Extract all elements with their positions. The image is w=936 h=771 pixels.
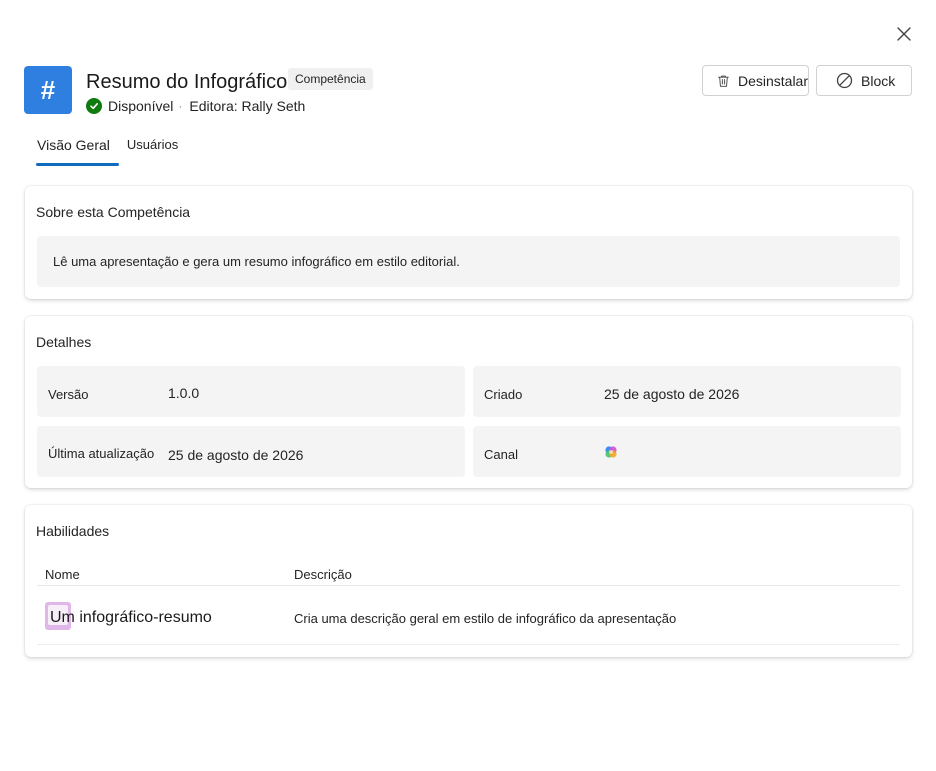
type-badge: Competência [288,68,373,90]
skills-title: Habilidades [36,523,110,539]
column-header-name[interactable]: Nome [45,567,80,582]
check-circle-icon [86,98,102,114]
uninstall-button[interactable]: Desinstalar [702,65,809,96]
detail-last-updated: Última atualização 25 de agosto de 2026 [37,426,465,477]
detail-label: Última atualização [48,446,155,461]
close-button[interactable] [892,22,916,46]
detail-label: Canal [484,447,518,462]
detail-value: 25 de agosto de 2026 [168,447,304,463]
status-text: Disponível [108,98,174,114]
detail-created: Criado 25 de agosto de 2026 [473,366,901,417]
publisher-text: Editora: Rally Seth [189,98,306,114]
page-title: Resumo do Infográfico [86,71,288,93]
tab-users[interactable]: Usuários [127,137,178,163]
close-icon [897,27,911,41]
row-divider [37,644,900,645]
detail-value: 1.0.0 [168,385,200,401]
tab-bar: Visão Geral Usuários [36,137,195,166]
copilot-icon [604,445,618,464]
block-label: Block [861,72,896,89]
detail-channel: Canal [473,426,901,477]
detail-value: 25 de agosto de 2026 [604,386,740,402]
detail-version: Versão 1.0.0 [37,366,465,417]
details-title: Detalhes [36,334,92,350]
about-card: Sobre esta Competência Lê uma apresentaç… [25,186,912,299]
skills-card: Habilidades Nome Descrição Um infográfic… [25,505,912,657]
detail-label: Versão [48,387,89,402]
about-description: Lê uma apresentação e gera um resumo inf… [37,236,900,287]
detail-label: Criado [484,387,523,402]
about-title: Sobre esta Competência [36,204,191,220]
block-button[interactable]: Block [816,65,912,96]
tab-overview[interactable]: Visão Geral [36,137,119,166]
column-header-description[interactable]: Descrição [294,567,352,582]
skill-description: Cria uma descrição geral em estilo de in… [294,611,677,626]
trash-icon [718,75,729,87]
header-divider [37,585,900,586]
app-icon: # [24,66,72,114]
details-card: Detalhes Versão 1.0.0 Criado 25 de agost… [25,316,912,488]
block-icon [836,72,853,89]
status-row: Disponível · Editora: Rally Seth [86,97,305,115]
hash-icon: # [40,74,56,105]
uninstall-label: Desinstalar [737,72,808,89]
skill-name: Um infográfico-resumo [50,609,212,626]
separator-dot: · [178,99,183,113]
